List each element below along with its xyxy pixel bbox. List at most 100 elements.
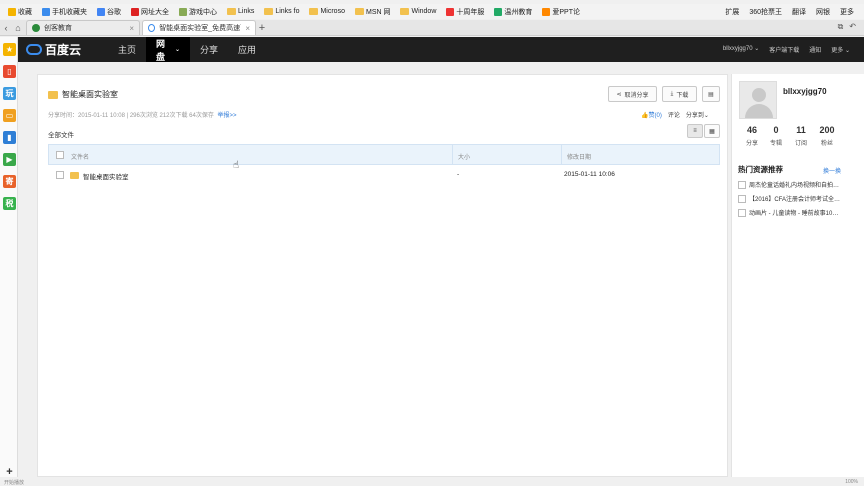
extensions-button[interactable]: 扩展 xyxy=(721,5,743,18)
divider xyxy=(561,145,562,164)
google-icon xyxy=(97,7,105,16)
bookmark-folder[interactable]: Microso xyxy=(305,5,349,18)
close-icon[interactable]: × xyxy=(245,24,250,33)
nav-home[interactable]: 主页 xyxy=(108,37,146,62)
zoom-level[interactable]: 100% xyxy=(845,479,858,485)
column-size[interactable]: 大小 xyxy=(458,152,470,161)
tab-maker-education[interactable]: 创客教育 × xyxy=(26,20,140,35)
tab-share-page[interactable]: 智能桌面实验室_免费高速下载 × xyxy=(142,20,256,35)
status-left: 开始播放 xyxy=(4,480,25,486)
video-app-icon[interactable]: ▶ xyxy=(3,153,16,166)
logo[interactable]: 百度云 xyxy=(18,41,108,58)
add-app-icon[interactable]: + xyxy=(3,465,16,478)
more-link[interactable]: 更多 ⌄ xyxy=(831,45,850,54)
app-icon[interactable]: ▮ xyxy=(3,131,16,144)
folder-icon xyxy=(48,90,58,99)
report-link[interactable]: 举报>> xyxy=(218,113,237,119)
app-icon[interactable]: 寄 xyxy=(3,175,16,188)
star-icon xyxy=(8,7,16,16)
bookmark-folder[interactable]: Links fo xyxy=(260,5,303,18)
restore-tabs-icon[interactable]: ⧉ xyxy=(838,22,844,32)
more-button[interactable]: 更多 xyxy=(836,5,858,18)
ticket-button[interactable]: 360抢票王 xyxy=(745,5,786,18)
hot-resource-item[interactable]: 动画片 - 儿童读物 - 睡前故事10… xyxy=(738,208,838,217)
share-meta: 分享时间：2015-01-11 10:08 | 296次浏览 212次下载 64… xyxy=(48,113,237,119)
refresh-link[interactable]: 换一换 xyxy=(823,166,841,175)
comment-link[interactable]: 评论 xyxy=(668,110,680,119)
cloud-logo-icon xyxy=(26,44,42,55)
file-name[interactable]: 智能桌面实验室 xyxy=(83,171,129,181)
share-to-menu[interactable]: 分享到⌄ xyxy=(686,110,709,119)
select-all-checkbox[interactable] xyxy=(56,151,64,159)
nav-share[interactable]: 分享 xyxy=(190,37,228,62)
hand-cursor-icon: ☝ xyxy=(233,160,240,171)
header-links: bllxxyjgg70 ⌄ 客户端下载 通知 更多 ⌄ xyxy=(723,45,864,54)
close-icon[interactable]: × xyxy=(129,24,134,33)
site-icon xyxy=(131,7,139,16)
bookmark-item[interactable]: 温州教育 xyxy=(490,5,536,18)
stat-subscriptions[interactable]: 11 订阅 xyxy=(790,125,812,147)
translate-button[interactable]: 翻译 xyxy=(788,5,810,18)
bookmark-item[interactable]: 网址大全 xyxy=(127,5,173,18)
stat-shares[interactable]: 46 分享 xyxy=(741,125,763,147)
download-icon: ⤓ xyxy=(670,90,674,97)
bookmark-item[interactable]: 手机收藏夹 xyxy=(38,5,91,18)
nav-apps[interactable]: 应用 xyxy=(228,37,266,62)
favorites-star-icon[interactable]: ★ xyxy=(3,43,16,56)
list-view-icon[interactable]: ≡ xyxy=(687,124,703,138)
hot-resource-item[interactable]: 【2016】CFA注册会计师考试全… xyxy=(738,194,840,203)
bookmark-item[interactable]: 游戏中心 xyxy=(175,5,221,18)
site-icon xyxy=(494,7,503,16)
bookmark-folder[interactable]: MSN 网 xyxy=(351,5,395,18)
folder-icon xyxy=(309,8,319,15)
column-name[interactable]: 文件名 xyxy=(71,152,89,161)
site-icon xyxy=(446,7,455,16)
avatar[interactable] xyxy=(739,81,777,119)
bookmark-folder[interactable]: Window xyxy=(396,5,440,18)
folder-icon xyxy=(70,172,79,179)
table-row[interactable]: 智能桌面实验室 - 2015-01-11 10:06 xyxy=(48,166,720,184)
app-icon[interactable]: ▭ xyxy=(3,109,16,122)
row-checkbox[interactable] xyxy=(56,171,64,179)
app-icon[interactable]: 税 xyxy=(3,197,16,210)
user-menu[interactable]: bllxxyjgg70 ⌄ xyxy=(723,45,759,54)
save-button[interactable]: ▤ xyxy=(702,86,720,102)
bookmark-favorites[interactable]: 收藏 xyxy=(4,5,36,18)
bookmark-item[interactable]: 谷歌 xyxy=(93,5,125,18)
grid-view-icon[interactable]: ▦ xyxy=(704,124,720,138)
bank-button[interactable]: 网银 xyxy=(812,5,834,18)
file-icon xyxy=(738,208,746,217)
notifications-link[interactable]: 通知 xyxy=(809,45,821,54)
stat-fans[interactable]: 200 粉丝 xyxy=(816,125,838,147)
bookmark-folder[interactable]: Links xyxy=(223,5,258,18)
share-icon: ⋖ xyxy=(616,91,622,98)
nav-netdisk[interactable]: 网盘 ⌄ xyxy=(146,37,191,62)
share-title-row: 智能桌面实验室 xyxy=(48,89,118,100)
home-icon[interactable]: ⌂ xyxy=(12,21,24,35)
cancel-share-button[interactable]: ⋖ 取消分享 xyxy=(608,86,657,102)
column-date[interactable]: 修改日期 xyxy=(567,152,591,161)
download-button[interactable]: ⤓ 下载 xyxy=(662,86,697,102)
bookmark-item[interactable]: 爱PPT论 xyxy=(538,5,584,18)
site-icon xyxy=(542,7,551,16)
bookmark-tools: 扩展 360抢票王 翻译 网银 更多 xyxy=(721,5,864,18)
stat-albums[interactable]: 0 专辑 xyxy=(765,125,787,147)
app-icon[interactable]: ▯ xyxy=(3,65,16,78)
hot-resources-title: 热门资源推荐 xyxy=(738,165,783,174)
like-button[interactable]: 👍赞(0) xyxy=(641,110,662,119)
back-icon[interactable]: ‹ xyxy=(0,21,12,35)
app-sidebar: ★ ▯ 玩 ▭ ▮ ▶ 寄 税 + xyxy=(0,37,18,478)
breadcrumb[interactable]: 全部文件 xyxy=(48,129,74,139)
phone-icon xyxy=(42,7,50,16)
hot-resource-item[interactable]: 周杰伦童话婚礼内场视频和自拍… xyxy=(738,180,839,189)
client-download-link[interactable]: 客户端下载 xyxy=(769,45,799,54)
profile-username[interactable]: bllxxyjgg70 xyxy=(783,87,827,96)
undo-close-icon[interactable]: ↶ xyxy=(849,22,856,32)
new-tab-button[interactable]: + xyxy=(256,21,268,35)
folder-icon xyxy=(400,8,410,15)
file-table-header: 文件名 大小 修改日期 xyxy=(48,144,720,165)
play-app-icon[interactable]: 玩 xyxy=(3,87,16,100)
bookmark-item[interactable]: 十周年服 xyxy=(442,5,488,18)
site-icon xyxy=(32,24,40,32)
avatar-body xyxy=(745,104,773,118)
